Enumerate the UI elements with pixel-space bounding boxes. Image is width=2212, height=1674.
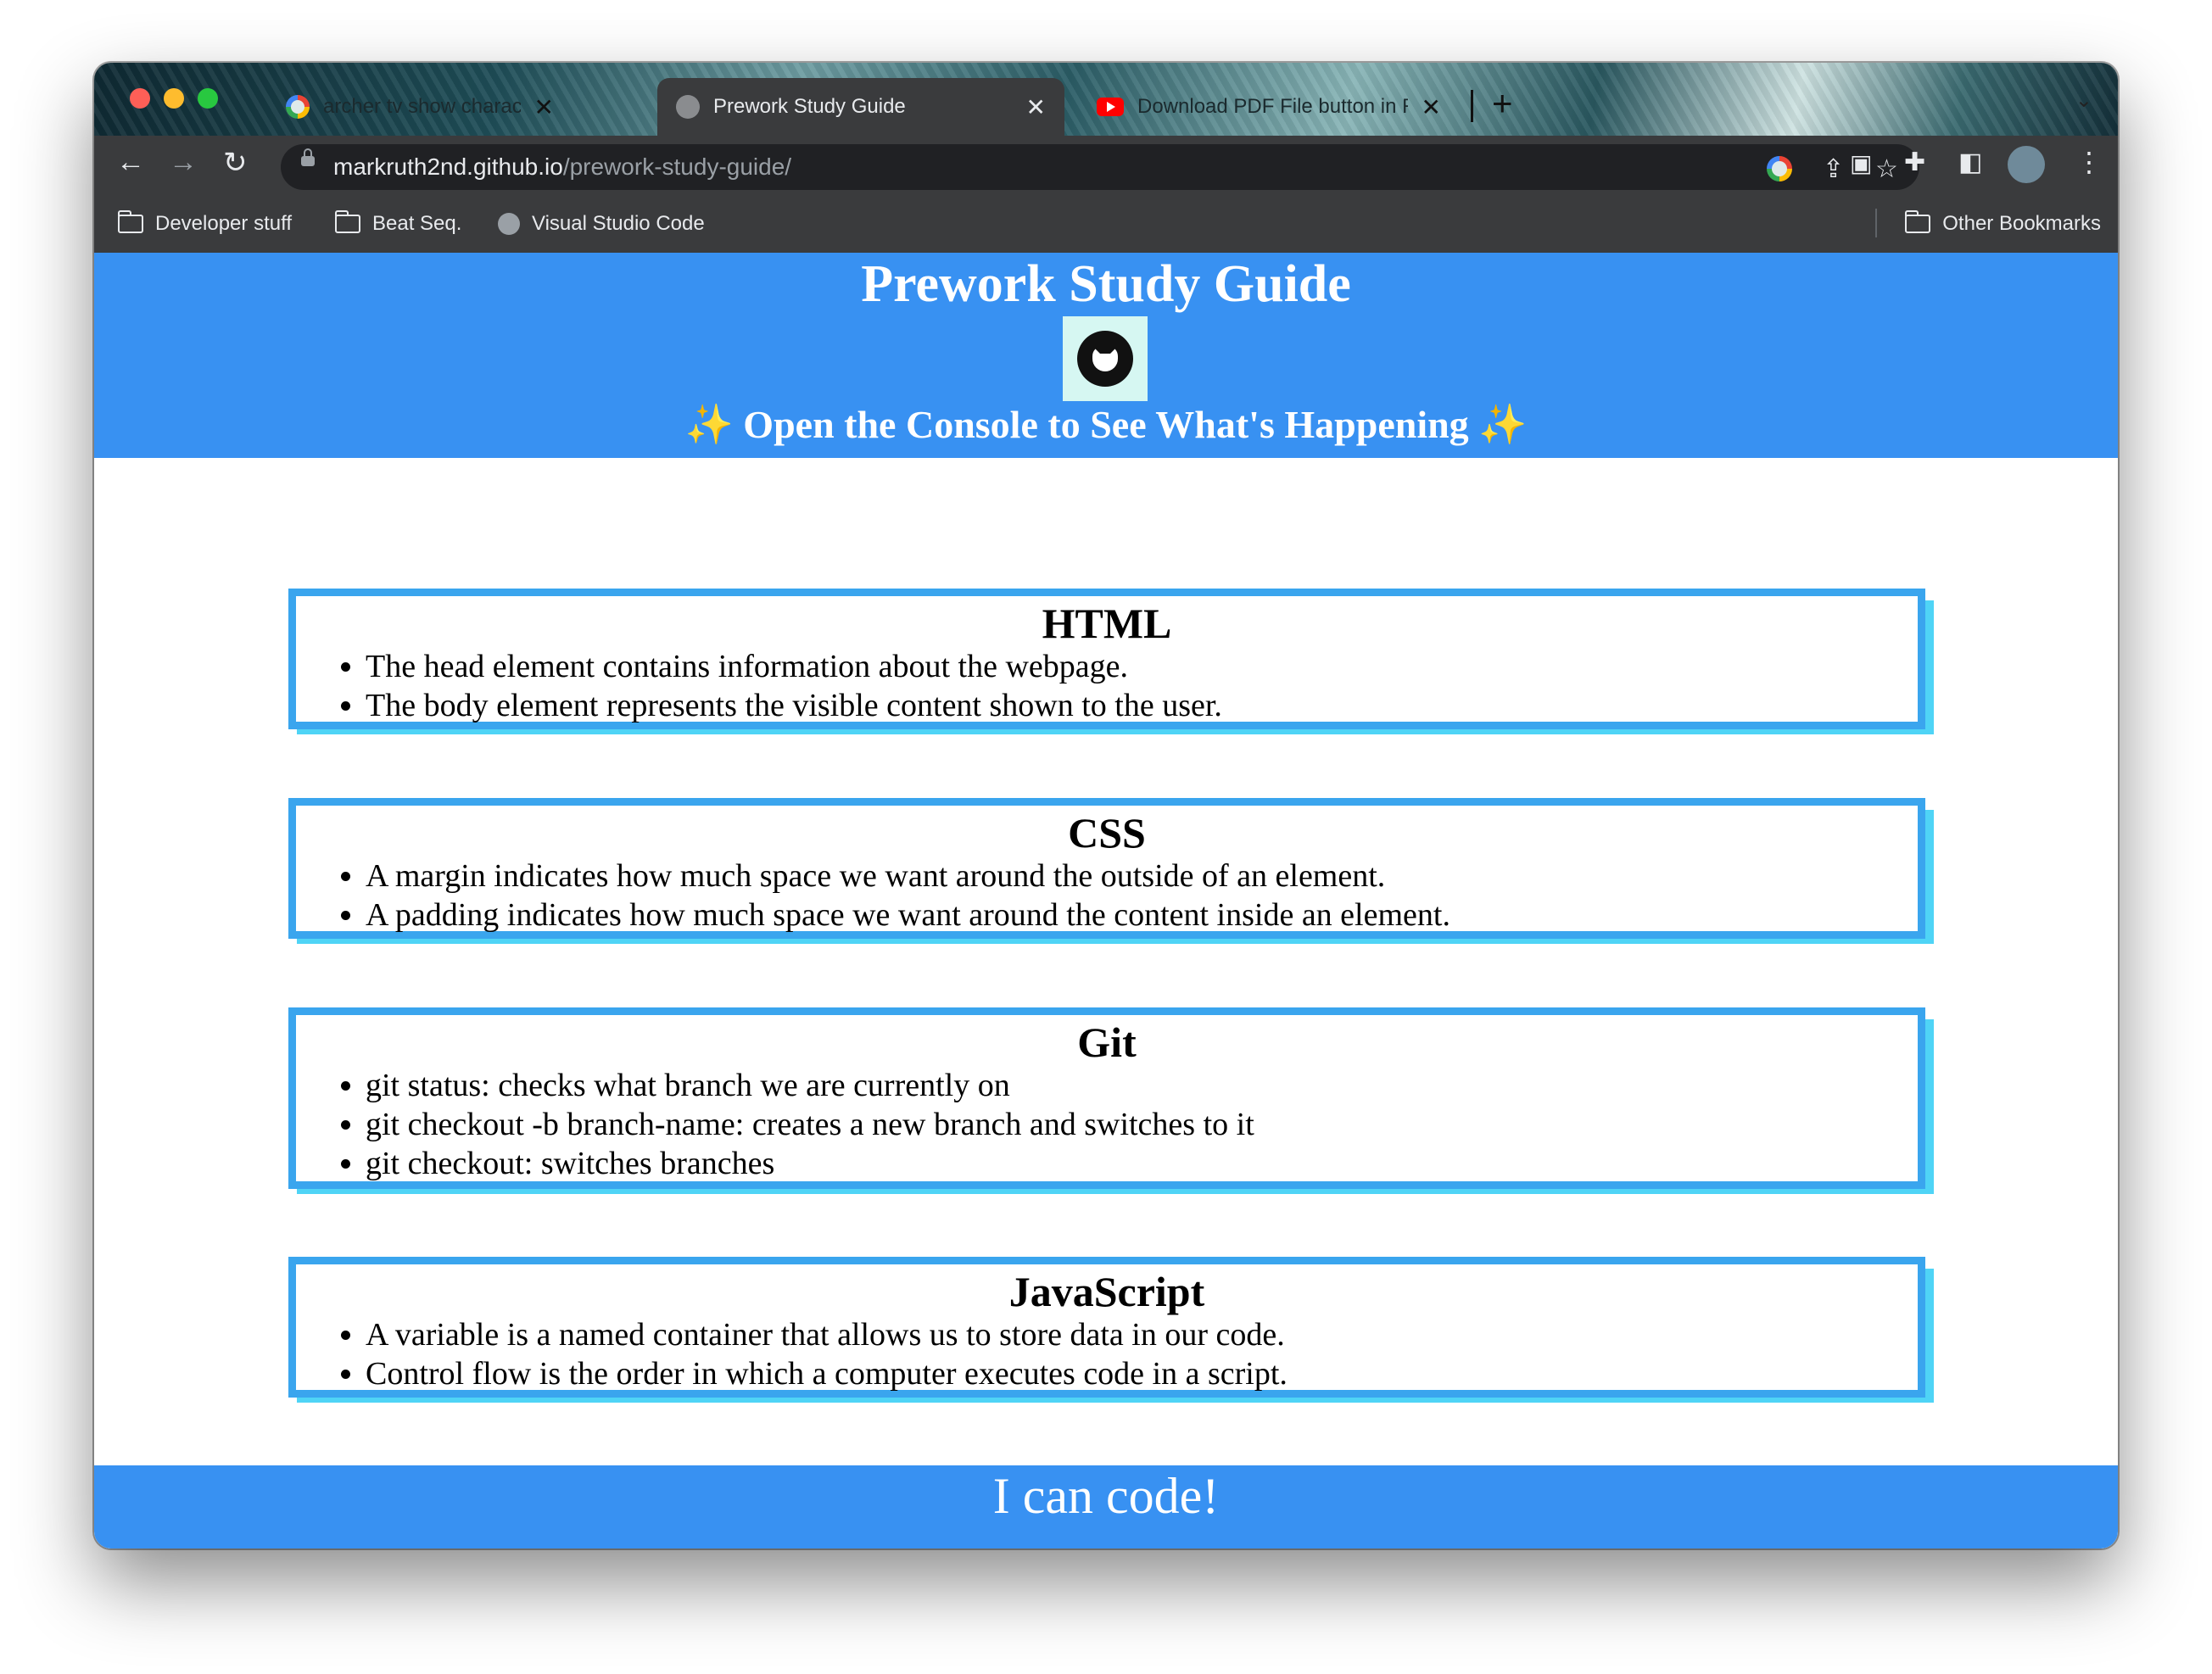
close-window-button[interactable] — [130, 88, 150, 109]
bookmark-label: Beat Seq. — [372, 212, 462, 235]
page-title: Prework Study Guide — [861, 255, 1351, 313]
section-list: The head element contains information ab… — [296, 647, 1918, 728]
section-git: Git git status: checks what branch we ar… — [288, 1007, 1934, 1194]
folder-icon — [1905, 210, 1931, 233]
page-content: Prework Study Guide ✨ Open the Console t… — [94, 253, 2118, 1548]
bookmark-star-icon[interactable]: ☆ — [1875, 154, 1898, 184]
tab-download-pdf[interactable]: Download PDF File button in R ✕ — [1078, 78, 1460, 136]
browser-window: archer tv show characters png ✕ Prework … — [94, 63, 2118, 1548]
bookmark-developer-stuff[interactable]: Developer stuff — [118, 210, 292, 236]
reload-icon[interactable]: ↻ — [223, 146, 248, 180]
bookmark-label: Visual Studio Code — [532, 212, 705, 235]
url-text: markruth2nd.github.io/prework-study-guid… — [333, 153, 791, 181]
bookmarks-divider — [1875, 209, 1877, 237]
list-item: The body element represents the visible … — [366, 686, 1918, 725]
sparkle-icon: ✨ — [684, 403, 734, 446]
tab-title: Prework Study Guide — [713, 95, 906, 118]
section-heading: CSS — [1068, 809, 1146, 857]
youtube-icon — [1097, 98, 1124, 116]
list-item: git checkout -b branch-name: creates a n… — [366, 1105, 1918, 1144]
google-icon — [286, 95, 310, 119]
folder-icon — [118, 210, 143, 233]
list-item: A padding indicates how much space we wa… — [366, 896, 1918, 935]
section-card: Git git status: checks what branch we ar… — [288, 1007, 1925, 1189]
list-item: Control flow is the order in which a com… — [366, 1354, 1918, 1393]
url-host: markruth2nd.github.io — [333, 153, 563, 180]
tab-separator — [1471, 90, 1473, 122]
tab-title: Download PDF File button in R — [1137, 95, 1408, 118]
avatar — [1063, 316, 1148, 401]
section-heading: JavaScript — [1008, 1268, 1205, 1315]
side-panel-icon[interactable]: ◧ — [1958, 148, 1982, 177]
browser-toolbar: ← → ↻ markruth2nd.github.io/prework-stud… — [94, 136, 2118, 197]
tab-strip: archer tv show characters png ✕ Prework … — [94, 63, 2118, 136]
bookmark-beat-seq[interactable]: Beat Seq. — [335, 210, 462, 236]
footer-text: I can code! — [992, 1468, 1220, 1524]
url-path: /prework-study-guide/ — [562, 153, 792, 180]
globe-icon — [498, 213, 520, 235]
menu-dots-icon[interactable]: ⋮ — [2075, 146, 2103, 178]
section-heading: HTML — [1042, 600, 1172, 647]
google-lens-icon[interactable] — [1767, 156, 1792, 181]
back-icon[interactable]: ← — [116, 146, 145, 179]
bookmark-label: Other Bookmarks — [1942, 212, 2101, 235]
tab-search-chevron-icon[interactable]: ⌄ — [2075, 88, 2092, 113]
section-css: CSS A margin indicates how much space we… — [288, 798, 1934, 944]
close-tab-icon[interactable]: ✕ — [534, 93, 554, 121]
cat-logo-icon — [1077, 331, 1133, 387]
tab-title: archer tv show characters png — [323, 95, 521, 118]
share-icon[interactable]: ⇪ — [1823, 154, 1844, 184]
list-item: git status: checks what branch we are cu… — [366, 1066, 1918, 1105]
bookmark-visual-studio-code[interactable]: Visual Studio Code — [498, 212, 705, 236]
site-footer: I can code! — [94, 1465, 2118, 1548]
sparkle-icon: ✨ — [1478, 403, 1528, 446]
list-item: A variable is a named container that all… — [366, 1315, 1918, 1354]
section-javascript: JavaScript A variable is a named contain… — [288, 1257, 1934, 1403]
section-html: HTML The head element contains informati… — [288, 589, 1934, 734]
close-tab-icon[interactable]: ✕ — [1422, 93, 1441, 121]
site-header: Prework Study Guide ✨ Open the Console t… — [94, 253, 2118, 458]
subtitle-text: Open the Console to See What's Happening — [743, 403, 1469, 446]
section-list: A margin indicates how much space we wan… — [296, 857, 1918, 938]
bookmark-label: Developer stuff — [155, 212, 292, 235]
extension-icon[interactable]: ▣ — [1850, 149, 1872, 177]
section-card: HTML The head element contains informati… — [288, 589, 1925, 729]
tab-prework[interactable]: Prework Study Guide ✕ — [657, 78, 1064, 136]
puzzle-icon[interactable]: ✚ — [1904, 148, 1925, 177]
section-card: CSS A margin indicates how much space we… — [288, 798, 1925, 939]
minimize-window-button[interactable] — [164, 88, 184, 109]
list-item: The head element contains information ab… — [366, 647, 1918, 686]
bookmark-other-bookmarks[interactable]: Other Bookmarks — [1905, 210, 2101, 236]
lock-icon[interactable] — [301, 148, 315, 166]
tab-archer[interactable]: archer tv show characters png ✕ — [267, 78, 573, 136]
address-bar[interactable]: markruth2nd.github.io/prework-study-guid… — [281, 144, 1919, 190]
page-subtitle: ✨ Open the Console to See What's Happeni… — [94, 402, 2118, 448]
section-list: git status: checks what branch we are cu… — [296, 1066, 1918, 1186]
maximize-window-button[interactable] — [198, 88, 218, 109]
section-card: JavaScript A variable is a named contain… — [288, 1257, 1925, 1398]
globe-icon — [676, 95, 700, 119]
list-item: A margin indicates how much space we wan… — [366, 857, 1918, 896]
section-list: A variable is a named container that all… — [296, 1315, 1918, 1397]
profile-avatar[interactable] — [2008, 146, 2045, 183]
list-item: git checkout: switches branches — [366, 1144, 1918, 1183]
new-tab-icon[interactable]: + — [1492, 83, 1513, 124]
section-heading: Git — [1077, 1018, 1137, 1066]
folder-icon — [335, 210, 360, 233]
close-tab-icon[interactable]: ✕ — [1026, 93, 1046, 121]
bookmarks-bar: Developer stuff Beat Seq. Visual Studio … — [94, 197, 2118, 254]
forward-icon[interactable]: → — [169, 146, 198, 179]
